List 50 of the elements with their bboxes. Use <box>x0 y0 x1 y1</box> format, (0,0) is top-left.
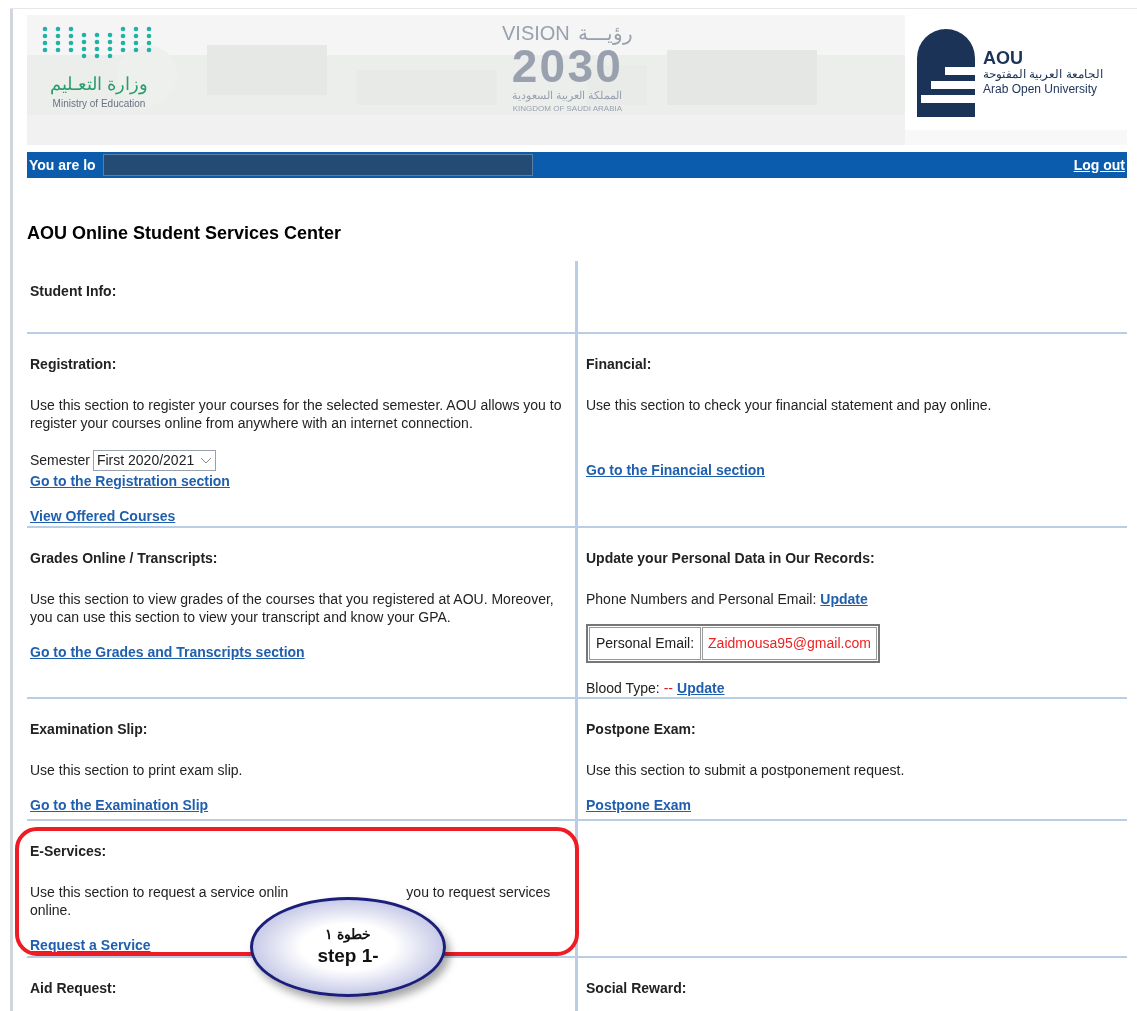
description: online. <box>30 901 72 919</box>
table-cell: Personal Email: <box>589 627 702 660</box>
description: Phone Numbers and Personal Email: <box>586 590 817 608</box>
logo-text: Arab Open University <box>983 81 1099 97</box>
table-cell: Zaidmousa95@gmail.com <box>702 627 877 660</box>
callout-text: خطوة ١ <box>325 926 371 944</box>
logo-text: رؤيـــة <box>577 23 633 43</box>
description: Use this section to print exam slip. <box>30 761 244 779</box>
page-title: AOU Online Student Services Center <box>27 222 343 245</box>
section-title: Social Reward: <box>586 979 688 998</box>
description: Use this section to check your financial statement and pay online. <box>586 396 993 414</box>
description: Use this section to submit a postponement request. <box>586 761 906 779</box>
section-title: E-Services: <box>30 842 108 861</box>
section-title: Student Info: <box>30 282 118 301</box>
semester-dropdown[interactable]: First 2020/2021 <box>92 450 217 471</box>
link[interactable]: View Offered Courses <box>30 506 176 527</box>
link[interactable]: Go to the Grades and Transcripts section <box>30 642 305 663</box>
logo-text: KINGDOM OF SAUDI ARABIA <box>512 102 623 115</box>
section-title: Update your Personal Data in Our Records: <box>586 549 876 568</box>
section-title: Examination Slip: <box>30 720 149 739</box>
link[interactable]: Go to the Examination Slip <box>30 795 209 816</box>
logo-text: وزارة التعـليم <box>50 73 148 96</box>
link[interactable]: Update <box>677 679 725 697</box>
section-title: Registration: <box>30 355 118 374</box>
link[interactable]: Postpone Exam <box>586 795 692 816</box>
arch-logo-icon <box>917 28 975 117</box>
section-title: Financial: <box>586 355 653 374</box>
section-title: Postpone Exam: <box>586 720 697 739</box>
link[interactable]: Request a Service <box>30 935 151 956</box>
login-text: You are lo <box>28 155 97 175</box>
description: Use this section to register your courses for the selected semester. AOU allows you to register your courses online from anywhere with an internet connection. <box>30 396 563 432</box>
chevron-down-icon <box>200 457 213 464</box>
field-label: Semester <box>30 451 90 470</box>
logo-text: Ministry of Education <box>52 96 146 111</box>
link[interactable]: Go to the Registration section <box>30 471 230 492</box>
logo-text: AOU <box>983 48 1024 67</box>
section-title: Aid Request: <box>30 979 118 998</box>
link[interactable]: Go to the Financial section <box>586 460 765 481</box>
logout-link[interactable]: Log out <box>1073 154 1125 176</box>
logo-text: VISION <box>502 23 570 43</box>
description: Use this section to view grades of the courses that you registered at AOU. Moreover, you can use this section to view your transcript and know your GPA. <box>30 590 555 626</box>
blood-type-value: -- <box>663 679 673 697</box>
description: you to request services <box>406 883 551 901</box>
logo-text: المملكة العربية السعودية <box>512 89 623 103</box>
callout-text: step 1- <box>317 943 379 968</box>
description: Use this section to request a service onlin <box>30 883 289 901</box>
section-title: Grades Online / Transcripts: <box>30 549 219 568</box>
logo-text: الجامعة العربية المفتوحة <box>983 66 1103 82</box>
description: Blood Type: <box>586 679 660 697</box>
link[interactable]: Update <box>820 590 868 608</box>
